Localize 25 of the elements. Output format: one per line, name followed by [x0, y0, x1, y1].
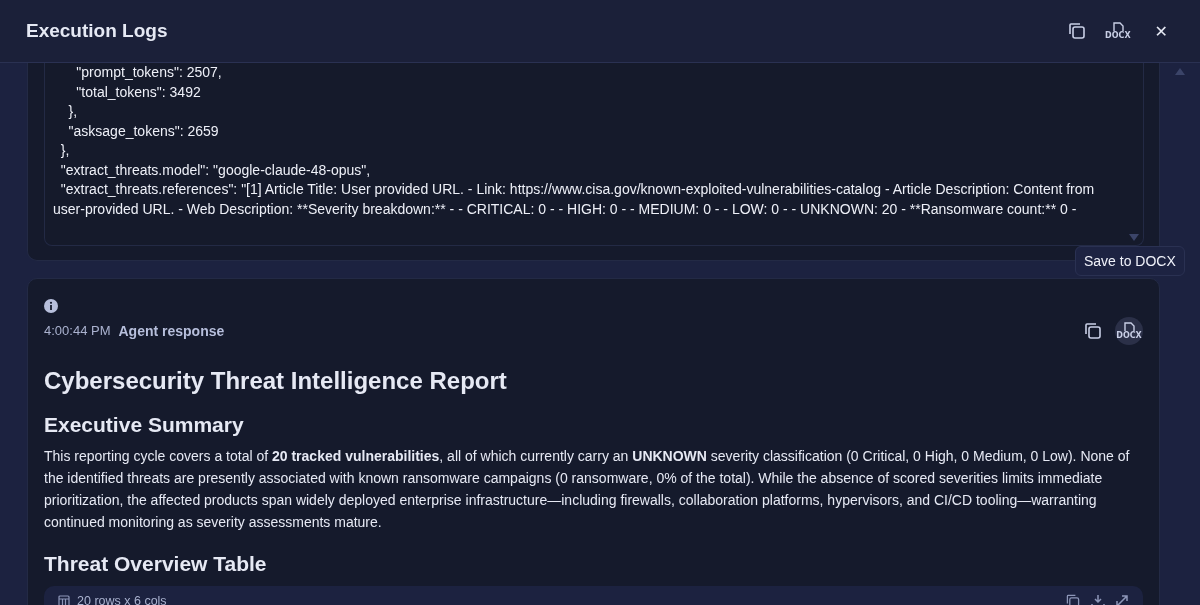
copy-icon[interactable]	[1067, 21, 1088, 41]
log-line: "extract_threats.references": "[1] Article Title: User provided URL. - Link: https://www.cisa.gov/known-exploited-vulnerabilities-catalog - Article Description: Content from user-provided URL. - Web Description: **Severity breakdown:** - - CRITICAL: 0 - - HIGH: 0 - - MEDIUM: 0 - - LOW: 0 - - UNKNOWN: 20 - **Ransomware count:** 0 -	[53, 180, 1096, 219]
table-size: 20 rows x 6 cols	[77, 593, 167, 605]
table-icon	[58, 594, 70, 605]
summary-paragraph: This reporting cycle covers a total of 20 tracked vulnerabilities, all of which currently carry an UNKNOWN severity classification (0 Critical, 0 High, 0 Medium, 0 Low). None of the identified threats are presently associated with known ransomware campaigns (0 ransomware, 0% of the total). While the absence of scored severities limits immediate prioritization, the affected products span widely deployed enterprise infrastructure—including firewalls, collaboration platforms, hypervisors, and CI/CD tooling—warranting continued monitoring as severity assessments mature.	[44, 446, 1131, 533]
save-docx-button[interactable]: DOCX	[1115, 316, 1143, 345]
info-icon	[44, 298, 58, 313]
close-button[interactable]: ✕	[1148, 21, 1174, 41]
expand-icon[interactable]	[1115, 593, 1129, 605]
timestamp: 4:00:44 PM	[44, 323, 111, 338]
log-line: "prompt_tokens": 2507,	[75, 63, 223, 82]
copy-icon[interactable]	[1083, 320, 1103, 341]
log-line: "extract_threats.model": "google-claude-48-opus",	[59, 160, 372, 180]
response-label: Agent response	[118, 322, 225, 339]
tooltip: Save to DOCX	[1075, 246, 1185, 276]
dialog-title: Execution Logs	[26, 20, 169, 42]
section-heading: Executive Summary	[44, 412, 245, 437]
report-title: Cybersecurity Threat Intelligence Report	[44, 366, 508, 395]
section-heading: Threat Overview Table	[44, 551, 268, 576]
copy-icon[interactable]	[1065, 592, 1081, 605]
download-icon[interactable]	[1091, 593, 1105, 605]
log-line: },	[59, 141, 71, 160]
log-line: "total_tokens": 3492	[75, 82, 202, 102]
log-line: },	[67, 102, 79, 121]
log-line: "asksage_tokens": 2659	[67, 121, 220, 141]
